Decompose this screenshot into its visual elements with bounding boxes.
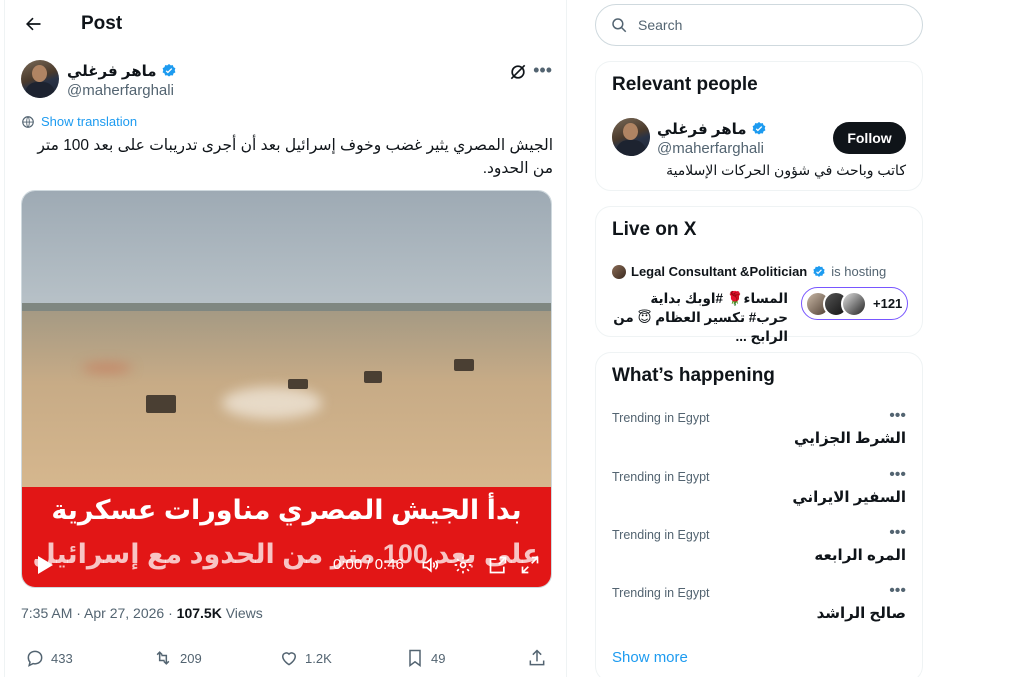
video-player[interactable]: بدأ الجيش المصري مناورات عسكرية على بعد … — [21, 190, 552, 588]
trend-context: Trending in Egypt — [612, 470, 710, 484]
video-frame-vehicle — [364, 371, 382, 383]
trend-context: Trending in Egypt — [612, 411, 710, 425]
space-title[interactable]: المساء🌹 #اوبك بداية حرب# تكسير العظام 😇 … — [612, 289, 788, 346]
trend-context: Trending in Egypt — [612, 528, 710, 542]
listener-count: +121 — [873, 296, 903, 311]
trend-name: المره الرابعه — [814, 547, 906, 564]
views-label: Views — [221, 605, 263, 621]
verified-badge-icon — [162, 64, 175, 77]
popout-icon[interactable] — [488, 555, 508, 575]
settings-gear-icon[interactable] — [453, 555, 473, 575]
post-actions: 433 209 1.2K 49 — [21, 648, 545, 672]
trend-name: السفير الايراني — [792, 489, 906, 506]
repost-icon — [156, 651, 170, 665]
whats-happening-title: What’s happening — [612, 365, 775, 386]
trend-item[interactable]: Trending in Egypt ••• المره الرابعه — [596, 524, 922, 586]
fullscreen-icon[interactable] — [520, 555, 540, 575]
author-handle[interactable]: @maherfarghali — [67, 82, 174, 99]
show-more-link[interactable]: Show more — [612, 649, 688, 666]
relevant-person-handle[interactable]: @maherfarghali — [657, 140, 764, 157]
trend-name: صالح الراشد — [816, 605, 906, 622]
bookmark-count: 49 — [431, 650, 446, 666]
video-frame-vehicle — [288, 379, 308, 389]
search-box[interactable] — [595, 4, 923, 46]
volume-icon[interactable] — [420, 555, 440, 575]
verified-badge-icon — [813, 265, 825, 277]
post-author: ماهر فرغلي @maherfarghali ••• — [21, 60, 552, 100]
trend-item[interactable]: Trending in Egypt ••• الشرط الجزايي — [596, 407, 922, 469]
video-controls: 0:00 / 0:46 — [22, 543, 551, 587]
more-options-icon[interactable]: ••• — [889, 466, 906, 484]
live-on-x-card: Live on X Legal Consultant &Politician i… — [595, 206, 923, 344]
hosting-label: is hosting — [831, 264, 887, 279]
share-icon — [529, 649, 545, 666]
avatar[interactable] — [612, 118, 650, 156]
search-icon — [612, 18, 627, 33]
video-frame-sky — [22, 191, 551, 309]
host-avatar — [612, 264, 626, 279]
relevant-people-card: Relevant people ماهر فرغلي @maherfarghal… — [595, 61, 923, 191]
trend-name: الشرط الجزايي — [794, 430, 906, 447]
reply-count: 433 — [51, 650, 73, 666]
video-frame-dust — [82, 363, 132, 373]
relevant-person-name-row[interactable]: ماهر فرغلي — [657, 120, 767, 138]
page-title: Post — [81, 13, 123, 34]
post-meta: 7:35 AM · Apr 27, 2026 · 107.5K Views — [21, 605, 263, 621]
trend-context: Trending in Egypt — [612, 586, 710, 600]
translate-globe-icon — [22, 115, 34, 128]
views-count: 107.5K — [176, 605, 222, 621]
show-translation-label[interactable]: Show translation — [41, 114, 137, 129]
relevant-person-bio: كاتب وباحث في شؤون الحركات الإسلامية — [666, 162, 906, 178]
reply-icon — [27, 650, 43, 667]
search-input[interactable] — [638, 17, 898, 33]
play-icon[interactable] — [36, 555, 54, 575]
post-timestamp[interactable]: 7:35 AM · Apr 27, 2026 · — [21, 605, 177, 621]
listener-avatar — [841, 290, 867, 317]
relevant-people-title: Relevant people — [612, 74, 758, 95]
whats-happening-card: What’s happening Trending in Egypt ••• ا… — [595, 352, 923, 677]
more-options-icon[interactable]: ••• — [889, 524, 906, 542]
reply-button[interactable]: 433 — [25, 648, 73, 668]
more-options-icon[interactable]: ••• — [533, 60, 552, 81]
bookmark-button[interactable]: 49 — [405, 648, 445, 668]
bookmark-icon — [409, 649, 421, 667]
show-translation-link[interactable]: Show translation — [21, 114, 137, 129]
repost-count: 209 — [180, 650, 202, 666]
more-options-icon[interactable]: ••• — [889, 407, 906, 425]
grok-icon[interactable] — [508, 62, 528, 82]
video-frame-vehicle — [454, 359, 474, 371]
like-count: 1.2K — [305, 650, 332, 666]
relevant-person-name[interactable]: ماهر فرغلي — [657, 120, 747, 138]
arrow-left-icon — [26, 17, 41, 31]
post-column: Post ماهر فرغلي @maherfarghali ••• Show … — [4, 0, 567, 677]
video-frame-dust — [222, 387, 322, 419]
back-button[interactable] — [13, 4, 53, 44]
live-title: Live on X — [612, 219, 697, 240]
avatar[interactable] — [21, 60, 59, 98]
trend-item[interactable]: Trending in Egypt ••• صالح الراشد — [596, 582, 922, 644]
author-name-row[interactable]: ماهر فرغلي — [67, 62, 177, 80]
author-name[interactable]: ماهر فرغلي — [67, 62, 157, 80]
repost-button[interactable]: 209 — [152, 648, 202, 668]
post-header: Post — [5, 0, 566, 48]
like-button[interactable]: 1.2K — [279, 648, 332, 668]
video-time: 0:00 / 0:46 — [333, 556, 404, 573]
share-button[interactable] — [527, 648, 547, 668]
host-name[interactable]: Legal Consultant &Politician — [631, 264, 807, 279]
trend-item[interactable]: Trending in Egypt ••• السفير الايراني — [596, 466, 922, 528]
more-options-icon[interactable]: ••• — [889, 582, 906, 600]
live-host-row[interactable]: Legal Consultant &Politician is hosting — [612, 264, 886, 279]
heart-icon — [281, 652, 297, 666]
video-frame-vehicle — [146, 395, 176, 413]
listeners-pill[interactable]: +121 — [801, 287, 908, 320]
post-text: الجيش المصري يثير غضب وخوف إسرائيل بعد أ… — [37, 137, 553, 177]
verified-badge-icon — [752, 122, 765, 135]
video-caption-line1: بدأ الجيش المصري مناورات عسكرية — [51, 495, 522, 525]
follow-button[interactable]: Follow — [833, 122, 906, 154]
